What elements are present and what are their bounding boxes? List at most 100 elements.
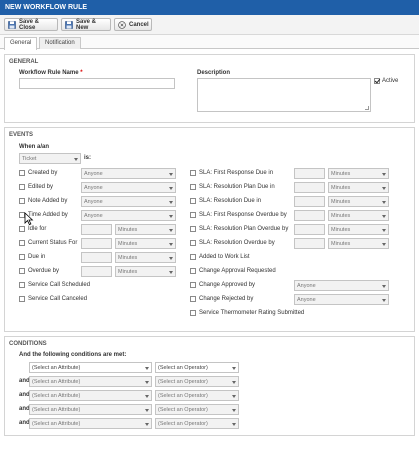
event-sla-resolution-plan-due-units[interactable]: Minutes: [328, 182, 389, 193]
event-change-approved-by-select[interactable]: Anyone: [294, 280, 389, 291]
chevron-down-icon: [382, 285, 386, 288]
condition-attribute-value: (Select an Attribute): [32, 393, 81, 399]
event-sla-resolution-overdue-number[interactable]: [294, 238, 325, 249]
general-panel: GENERAL Workflow Rule Name * Description…: [4, 54, 415, 123]
entity-select[interactable]: Ticket: [19, 153, 81, 164]
event-note-added-by-select[interactable]: Anyone: [81, 196, 176, 207]
event-change-rejected-by-select[interactable]: Anyone: [294, 294, 389, 305]
event-current-status-units[interactable]: Minutes: [115, 238, 176, 249]
event-overdue-by-number[interactable]: [81, 266, 112, 277]
event-sla-first-response-overdue-number[interactable]: [294, 210, 325, 221]
condition-attribute-select[interactable]: (Select an Attribute): [29, 390, 152, 401]
event-current-status-label: Current Status For: [28, 240, 78, 246]
event-sla-resolution-plan-overdue-label: SLA: Resolution Plan Overdue by: [199, 226, 289, 232]
condition-attribute-select[interactable]: (Select an Attribute): [29, 418, 152, 429]
event-sla-first-response-overdue-units[interactable]: Minutes: [328, 210, 389, 221]
save-new-button[interactable]: Save & New: [61, 18, 111, 31]
event-idle-for-units-value: Minutes: [118, 227, 138, 233]
chevron-down-icon: [382, 215, 386, 218]
chevron-down-icon: [145, 381, 149, 384]
condition-attribute-select[interactable]: (Select an Attribute): [29, 376, 152, 387]
condition-operator-value: (Select an Operator): [158, 379, 208, 385]
event-sla-first-response-due-units[interactable]: Minutes: [328, 168, 389, 179]
event-sla-first-response-due-number[interactable]: [294, 168, 325, 179]
event-sla-resolution-plan-overdue-checkbox[interactable]: [190, 226, 196, 232]
event-thermometer-rating-checkbox[interactable]: [190, 310, 196, 316]
rule-name-input[interactable]: [19, 78, 175, 89]
event-sla-first-response-due-checkbox[interactable]: [190, 170, 196, 176]
tab-general[interactable]: General: [4, 37, 38, 50]
chevron-down-icon: [232, 395, 236, 398]
event-edited-by-select[interactable]: Anyone: [81, 182, 176, 193]
rule-name-label-text: Workflow Rule Name: [19, 70, 79, 76]
chevron-down-icon: [382, 173, 386, 176]
event-sla-resolution-due-units[interactable]: Minutes: [328, 196, 389, 207]
condition-operator-select[interactable]: (Select an Operator): [155, 362, 239, 373]
event-sla-first-response-overdue-checkbox[interactable]: [190, 212, 196, 218]
chevron-down-icon: [169, 173, 173, 176]
event-current-status-number[interactable]: [81, 238, 112, 249]
event-note-added-by-checkbox[interactable]: [19, 198, 25, 204]
event-edited-by-checkbox[interactable]: [19, 184, 25, 190]
event-note-added-by-label: Note Added by: [28, 198, 68, 204]
event-edited-by-label: Edited by: [28, 184, 54, 190]
active-checkbox[interactable]: [374, 78, 380, 84]
condition-operator-value: (Select an Operator): [158, 393, 208, 399]
event-due-in-checkbox[interactable]: [19, 254, 25, 260]
cancel-label: Cancel: [129, 21, 149, 28]
description-textarea[interactable]: [197, 78, 371, 112]
tab-notification[interactable]: Notification: [39, 37, 81, 49]
event-sla-resolution-plan-overdue-units[interactable]: Minutes: [328, 224, 389, 235]
event-service-call-scheduled-checkbox[interactable]: [19, 282, 25, 288]
event-current-status-checkbox[interactable]: [19, 240, 25, 246]
event-overdue-by-checkbox[interactable]: [19, 268, 25, 274]
resize-grip-icon[interactable]: [365, 106, 369, 110]
condition-attribute-value: (Select an Attribute): [32, 365, 81, 371]
event-due-in-units[interactable]: Minutes: [115, 252, 176, 263]
event-sla-resolution-due-checkbox[interactable]: [190, 198, 196, 204]
save-icon: [8, 20, 16, 29]
condition-attribute-value: (Select an Attribute): [32, 407, 81, 413]
event-sla-resolution-overdue-units[interactable]: Minutes: [328, 238, 389, 249]
event-due-in-units-value: Minutes: [118, 255, 138, 261]
chevron-down-icon: [169, 271, 173, 274]
condition-attribute-select[interactable]: (Select an Attribute): [29, 362, 152, 373]
entity-select-value: Ticket: [22, 156, 37, 162]
condition-attribute-value: (Select an Attribute): [32, 421, 81, 427]
event-idle-for-number[interactable]: [81, 224, 112, 235]
event-added-to-work-list-checkbox[interactable]: [190, 254, 196, 260]
event-change-approval-requested-checkbox[interactable]: [190, 268, 196, 274]
event-change-rejected-by-checkbox[interactable]: [190, 296, 196, 302]
event-change-approved-by-checkbox[interactable]: [190, 282, 196, 288]
event-idle-for-label: Idle for: [28, 226, 47, 232]
event-idle-for-checkbox[interactable]: [19, 226, 25, 232]
save-close-button[interactable]: Save & Close: [4, 18, 58, 31]
chevron-down-icon: [145, 395, 149, 398]
event-sla-first-response-overdue-units-value: Minutes: [331, 213, 351, 219]
event-sla-resolution-plan-due-checkbox[interactable]: [190, 184, 196, 190]
save-icon: [65, 20, 73, 29]
event-sla-resolution-plan-due-units-value: Minutes: [331, 185, 351, 191]
cancel-button[interactable]: Cancel: [114, 18, 152, 31]
event-overdue-by-units[interactable]: Minutes: [115, 266, 176, 277]
event-created-by-select[interactable]: Anyone: [81, 168, 176, 179]
condition-operator-select[interactable]: (Select an Operator): [155, 418, 239, 429]
event-sla-resolution-due-number[interactable]: [294, 196, 325, 207]
event-due-in-number[interactable]: [81, 252, 112, 263]
condition-operator-select[interactable]: (Select an Operator): [155, 390, 239, 401]
chevron-down-icon: [232, 381, 236, 384]
chevron-down-icon: [169, 229, 173, 232]
event-sla-resolution-overdue-checkbox[interactable]: [190, 240, 196, 246]
event-created-by-checkbox[interactable]: [19, 170, 25, 176]
required-mark: *: [80, 70, 83, 76]
condition-operator-select[interactable]: (Select an Operator): [155, 404, 239, 415]
event-overdue-by-label: Overdue by: [28, 268, 60, 274]
description-label: Description: [197, 70, 231, 76]
event-time-added-by-select[interactable]: Anyone: [81, 210, 176, 221]
event-service-call-canceled-checkbox[interactable]: [19, 296, 25, 302]
event-sla-resolution-plan-overdue-number[interactable]: [294, 224, 325, 235]
event-sla-resolution-plan-due-number[interactable]: [294, 182, 325, 193]
condition-operator-select[interactable]: (Select an Operator): [155, 376, 239, 387]
condition-attribute-select[interactable]: (Select an Attribute): [29, 404, 152, 415]
event-idle-for-units[interactable]: Minutes: [115, 224, 176, 235]
